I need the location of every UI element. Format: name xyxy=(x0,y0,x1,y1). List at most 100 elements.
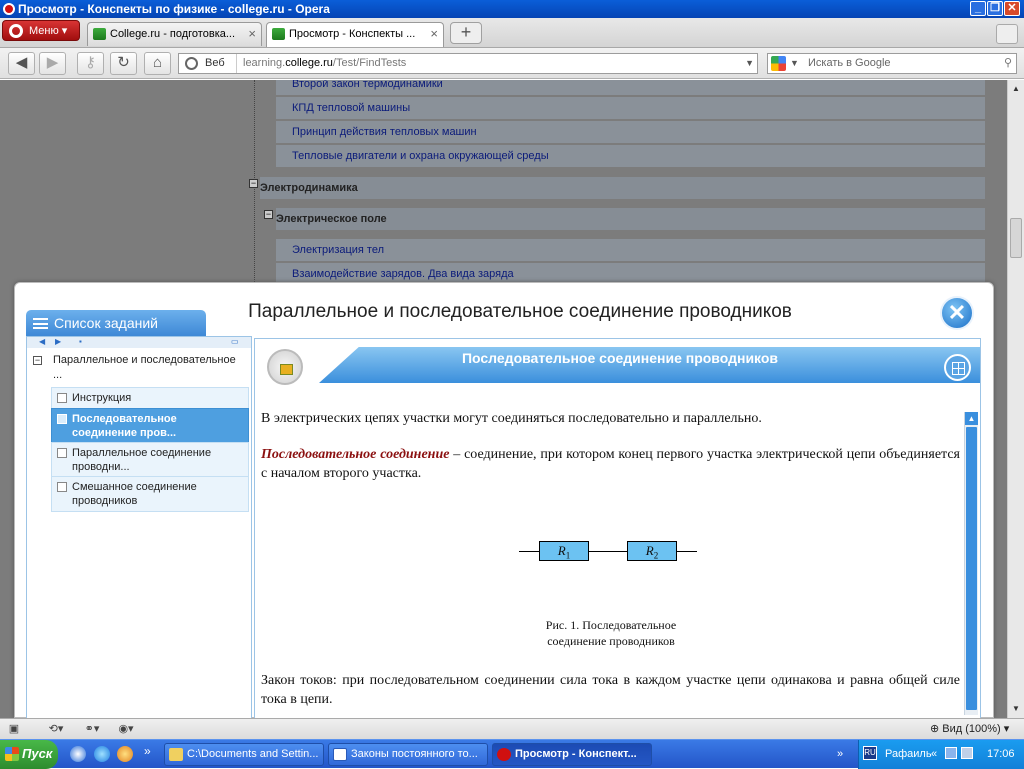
list-icon xyxy=(33,318,48,329)
collapse-icon[interactable]: − xyxy=(264,210,273,219)
sync-icon[interactable]: ⟲▾ xyxy=(42,721,70,737)
zoom-control[interactable]: ⊕ Вид (100%) ▾ xyxy=(930,719,1009,739)
tab-view[interactable]: Просмотр - Конспекты ... × xyxy=(266,22,444,47)
caption-line: соединение проводников xyxy=(547,634,675,648)
modal-close-button[interactable]: ✕ xyxy=(940,296,974,330)
scroll-up-icon[interactable]: ▲ xyxy=(965,412,978,425)
unite-icon[interactable]: ⚭▾ xyxy=(78,721,106,737)
tree-item[interactable]: Второй закон термодинамики xyxy=(276,80,985,95)
content-panel: Последовательное соединение проводников … xyxy=(254,338,981,719)
user-label: Рафаиль xyxy=(885,748,932,760)
checkbox-icon[interactable] xyxy=(57,393,67,403)
tab-college[interactable]: College.ru - подготовка... × xyxy=(87,22,262,46)
back-button[interactable]: ◀ xyxy=(8,52,35,75)
home-button[interactable]: ⌂ xyxy=(144,52,171,75)
task-item-parallel[interactable]: Параллельное соединение проводни... xyxy=(51,442,249,478)
tree-item[interactable]: Тепловые двигатели и охрана окружающей с… xyxy=(276,145,985,167)
term-series: Последовательное соединение xyxy=(261,447,450,462)
task-item-label: Смешанное соединение проводников xyxy=(72,481,197,507)
tasks-list-tab[interactable]: Список заданий xyxy=(26,310,206,336)
tasks-tab-label: Список заданий xyxy=(54,315,159,331)
zoom-label: Вид (100%) xyxy=(942,723,1001,735)
tree-item-label: Тепловые двигатели и охрана окружающей с… xyxy=(292,150,549,162)
content-header: Последовательное соединение проводников xyxy=(255,339,980,391)
media-player-icon[interactable] xyxy=(70,746,86,762)
tray-more-icon[interactable]: » xyxy=(837,740,843,768)
volume-icon[interactable] xyxy=(961,747,973,759)
arrow-right-icon[interactable]: ▶ xyxy=(55,337,61,346)
outlook-icon[interactable] xyxy=(117,746,133,762)
collapse-icon[interactable]: − xyxy=(33,356,42,365)
url-prefix: learning. xyxy=(243,57,286,69)
restore-button[interactable]: ❐ xyxy=(987,1,1003,16)
address-bar[interactable]: Веб learning.college.ru/Test/FindTests ▼ xyxy=(178,53,758,74)
arrow-left-icon[interactable]: ◀ xyxy=(39,337,45,346)
tab-close-icon[interactable]: × xyxy=(248,23,256,45)
clock[interactable]: 17:06 xyxy=(987,740,1015,768)
checkbox-icon[interactable] xyxy=(57,448,67,458)
task-item-series[interactable]: Последовательное соединение пров... xyxy=(51,408,249,444)
taskbar-item-explorer[interactable]: C:\Documents and Settin... xyxy=(164,743,324,766)
content-scrollbar[interactable]: ▲ xyxy=(964,412,978,715)
tree-root-label: Параллельное и последовательное ... xyxy=(53,354,236,381)
wand-key-icon[interactable]: ⚷ xyxy=(77,52,104,75)
search-engine-dropdown-icon[interactable]: ▼ xyxy=(790,54,799,73)
tree-item[interactable]: КПД тепловой машины xyxy=(276,97,985,119)
start-button[interactable]: Пуск xyxy=(0,740,58,769)
scrollbar-thumb[interactable] xyxy=(966,427,977,710)
url-text[interactable]: learning.college.ru/Test/FindTests xyxy=(243,54,406,73)
tab-label: Просмотр - Конспекты ... xyxy=(289,28,416,40)
search-icon[interactable]: ⚲ xyxy=(1004,54,1012,73)
collapse-icon[interactable]: − xyxy=(249,179,258,188)
task-label: C:\Documents and Settin... xyxy=(187,748,319,760)
taskbar-item-word[interactable]: Законы постоянного то... xyxy=(328,743,488,766)
wire xyxy=(677,551,697,552)
turbo-icon[interactable]: ◉▾ xyxy=(112,721,140,737)
language-indicator[interactable]: RU xyxy=(863,746,877,760)
tray-expand-icon[interactable]: « xyxy=(931,740,937,768)
tree-item-label: Электризация тел xyxy=(292,244,385,256)
quicklaunch-more-icon[interactable]: » xyxy=(144,744,151,758)
web-security-badge[interactable]: Веб xyxy=(179,54,237,73)
panel-toggle-icon[interactable]: ▣ xyxy=(4,721,24,737)
close-window-button[interactable]: ✕ xyxy=(1004,1,1020,16)
task-item-instruction[interactable]: Инструкция xyxy=(51,387,249,409)
trash-icon[interactable] xyxy=(996,24,1018,44)
r1-subscript: 1 xyxy=(565,550,571,561)
task-item-mixed[interactable]: Смешанное соединение проводников xyxy=(51,476,249,512)
checkbox-icon[interactable] xyxy=(57,414,67,424)
folder-icon xyxy=(169,748,183,761)
internet-explorer-icon[interactable] xyxy=(94,746,110,762)
opera-menu-button[interactable]: Меню ▾ xyxy=(2,20,80,41)
scroll-down-icon[interactable]: ▼ xyxy=(1010,702,1022,715)
google-icon[interactable] xyxy=(771,56,786,71)
minimize-button[interactable]: _ xyxy=(970,1,986,16)
tab-close-icon[interactable]: × xyxy=(430,23,438,45)
taskbar-item-opera[interactable]: Просмотр - Конспект... xyxy=(492,743,652,766)
tree-item[interactable]: Электризация тел xyxy=(276,239,985,261)
task-item-label: Последовательное соединение пров... xyxy=(72,413,177,439)
scroll-up-icon[interactable]: ▲ xyxy=(1010,82,1022,95)
grid-menu-icon[interactable] xyxy=(944,354,971,381)
caption-line: Рис. 1. Последовательное xyxy=(545,618,677,632)
tree-item-label: Второй закон термодинамики xyxy=(292,80,443,90)
forward-button[interactable]: ▶ xyxy=(39,52,66,75)
network-icon[interactable] xyxy=(945,747,957,759)
tree-section-electric-field[interactable]: Электрическое поле xyxy=(276,208,985,230)
scrollbar-thumb[interactable] xyxy=(1010,218,1022,258)
window-titlebar: Просмотр - Конспекты по физике - college… xyxy=(0,0,1024,18)
wire xyxy=(589,551,629,552)
reload-button[interactable]: ↻ xyxy=(110,52,137,75)
tasks-panel: ◀ ▶ ▪ ▭ − Параллельное и последовательно… xyxy=(26,336,252,719)
tasks-tree-root[interactable]: − Параллельное и последовательное ... xyxy=(33,353,243,383)
collapse-all-icon[interactable]: ▭ xyxy=(231,337,239,346)
checkbox-icon[interactable] xyxy=(57,482,67,492)
page-scrollbar[interactable]: ▲ ▼ xyxy=(1007,80,1024,718)
address-dropdown-icon[interactable]: ▼ xyxy=(745,54,754,73)
search-field[interactable]: ▼ Искать в Google ⚲ xyxy=(767,53,1017,74)
save-icon[interactable]: ▪ xyxy=(79,337,82,346)
new-tab-button[interactable]: + xyxy=(450,22,482,44)
tree-item[interactable]: Принцип действия тепловых машин xyxy=(276,121,985,143)
lesson-icon xyxy=(267,349,303,385)
tree-section-electrodynamics[interactable]: Электродинамика xyxy=(260,177,985,199)
